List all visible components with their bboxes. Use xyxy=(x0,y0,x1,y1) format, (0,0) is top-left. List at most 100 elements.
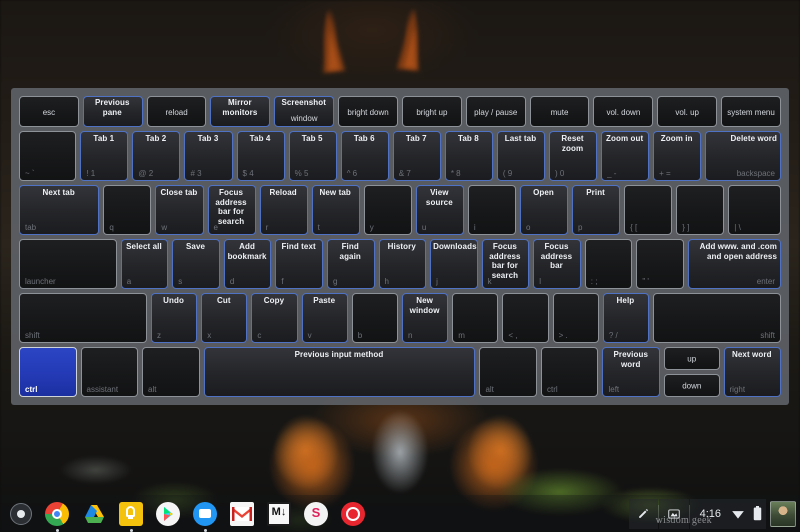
key-previous-input-method[interactable]: Previous input method xyxy=(203,347,476,397)
google-drive-icon[interactable] xyxy=(82,502,106,526)
key-tab-5[interactable]: Tab 5 % 5 xyxy=(288,131,337,181)
key-shift[interactable]: shift xyxy=(19,293,147,343)
key-downloads[interactable]: Downloads j xyxy=(430,239,478,289)
key-find-text[interactable]: Find text f xyxy=(275,239,323,289)
key-m[interactable]: m xyxy=(452,293,499,343)
key-previous-pane[interactable]: Previous pane xyxy=(82,96,143,127)
key-blank[interactable]: > . xyxy=(552,293,599,343)
key-launcher[interactable]: launcher xyxy=(19,239,117,289)
key-reload[interactable]: Reload r xyxy=(259,185,308,235)
key-blank[interactable]: { [ xyxy=(624,185,673,235)
key-tab-3[interactable]: Tab 3 # 3 xyxy=(184,131,233,181)
key-assistant[interactable]: assistant xyxy=(80,347,139,397)
key-alt[interactable]: alt xyxy=(479,347,537,397)
key-tab-1[interactable]: Tab 1 ! 1 xyxy=(80,131,129,181)
key-blank[interactable]: : ; xyxy=(584,239,633,289)
keyboard-row-shift: shift Undo z Cut x Copy c Paste v b New window n m < … xyxy=(19,293,781,343)
key-screenshot[interactable]: Screenshot window xyxy=(274,96,335,127)
key-cut[interactable]: Cut x xyxy=(201,293,248,343)
key-action-label: Delete word xyxy=(730,134,777,143)
key-action-label: Cut xyxy=(216,296,231,305)
key-play-pause[interactable]: play / pause xyxy=(465,96,526,127)
key-next-word[interactable]: Next word right xyxy=(723,347,782,397)
key-close-tab[interactable]: Close tab w xyxy=(155,185,204,235)
key-y[interactable]: y xyxy=(363,185,412,235)
key-tab-4[interactable]: Tab 4 $ 4 xyxy=(236,131,285,181)
play-store-icon[interactable] xyxy=(156,501,180,526)
user-avatar[interactable] xyxy=(770,500,796,527)
key-mute[interactable]: mute xyxy=(529,96,590,127)
key-undo[interactable]: Undo z xyxy=(150,293,198,343)
key-ctrl[interactable]: ctrl xyxy=(19,347,77,397)
key-vol-up[interactable]: vol. up xyxy=(657,96,718,127)
key-legend-label: # 3 xyxy=(190,169,202,178)
key-tab-7[interactable]: Tab 7 & 7 xyxy=(392,131,441,181)
key-paste[interactable]: Paste v xyxy=(301,293,348,343)
launcher-button[interactable] xyxy=(10,502,32,525)
key-previous-word[interactable]: Previous word left xyxy=(602,347,660,397)
key-open[interactable]: Open o xyxy=(519,185,569,235)
chrome-icon[interactable] xyxy=(45,501,69,532)
google-keep-icon[interactable] xyxy=(119,501,143,532)
key-bright-down[interactable]: bright down xyxy=(338,96,398,127)
key-legend-label: y xyxy=(369,223,374,232)
key-view-source[interactable]: View source u xyxy=(415,185,464,235)
key-tab-2[interactable]: Tab 2 @ 2 xyxy=(132,131,181,181)
key-new-tab[interactable]: New tab t xyxy=(311,185,360,235)
key-b[interactable]: b xyxy=(351,293,398,343)
key-copy[interactable]: Copy c xyxy=(251,293,298,343)
key-focus-address-bar-for-search[interactable]: Focus address bar for search k xyxy=(481,239,530,289)
key-find-again[interactable]: Find again g xyxy=(326,239,375,289)
key-help[interactable]: Help ? / xyxy=(602,293,650,343)
key-action-label: Reload xyxy=(269,188,297,197)
key-legend-label: bright down xyxy=(347,108,389,117)
key-reset-zoom[interactable]: Reset zoom) 0 xyxy=(549,131,598,181)
running-indicator xyxy=(129,528,133,532)
key-shift[interactable]: shift xyxy=(653,293,781,343)
key-tab-6[interactable]: Tab 6 ^ 6 xyxy=(340,131,389,181)
pen-icon[interactable] xyxy=(628,498,658,529)
key-history[interactable]: History h xyxy=(378,239,427,289)
wifi-icon[interactable] xyxy=(727,498,749,529)
markdown-icon[interactable]: M↓ xyxy=(267,501,291,526)
opera-icon[interactable] xyxy=(341,501,365,526)
key-blank[interactable]: < , xyxy=(502,293,549,343)
key-save[interactable]: Save s xyxy=(172,239,220,289)
key-q[interactable]: q xyxy=(103,185,152,235)
key-blank[interactable]: ~ ` xyxy=(19,131,77,181)
key-tab-8[interactable]: Tab 8 * 8 xyxy=(444,131,493,181)
key-esc[interactable]: esc xyxy=(19,96,79,127)
key-i[interactable]: i xyxy=(467,185,516,235)
key-reload[interactable]: reload xyxy=(146,96,207,127)
key-blank[interactable]: " ' xyxy=(636,239,684,289)
key-focus-address-bar-for-search[interactable]: Focus address bar for search e xyxy=(207,185,256,235)
shelf-status-area[interactable]: 4:16 xyxy=(628,498,800,529)
key-up[interactable]: up xyxy=(664,347,720,370)
key-add-bookmark[interactable]: Add bookmark d xyxy=(223,239,272,289)
key-select-all[interactable]: Select all a xyxy=(120,239,169,289)
key-blank[interactable]: } ] xyxy=(676,185,725,235)
google-photos-icon[interactable] xyxy=(193,501,217,532)
key-next-tab[interactable]: Next tab tab xyxy=(19,185,100,235)
key-add-www-and-com-and-open-address[interactable]: Add www. and .com and open address enter xyxy=(687,239,781,289)
key-system-menu[interactable]: system menu xyxy=(721,96,781,127)
key-zoom-in[interactable]: Zoom in + = xyxy=(653,131,702,181)
key-bright-up[interactable]: bright up xyxy=(401,96,462,127)
key-last-tab[interactable]: Last tab ( 9 xyxy=(496,131,545,181)
key-vol-down[interactable]: vol. down xyxy=(593,96,654,127)
battery-icon[interactable] xyxy=(749,498,766,529)
key-focus-address-bar[interactable]: Focus address bar l xyxy=(533,239,581,289)
key-zoom-out[interactable]: Zoom out _ - xyxy=(601,131,650,181)
key-ctrl[interactable]: ctrl xyxy=(540,347,599,397)
key-new-window[interactable]: New window n xyxy=(402,293,449,343)
key-delete-word[interactable]: Delete word backspace xyxy=(705,131,781,181)
key-blank[interactable]: | \ xyxy=(728,185,781,235)
slack-icon[interactable]: S xyxy=(304,501,328,526)
key-action-label: View source xyxy=(425,188,453,207)
key-action-label: Focus address bar for search xyxy=(215,188,247,226)
key-mirror-monitors[interactable]: Mirror monitors xyxy=(210,96,271,127)
gmail-icon[interactable] xyxy=(230,501,254,526)
key-alt[interactable]: alt xyxy=(142,347,200,397)
key-print[interactable]: Print p xyxy=(572,185,621,235)
key-down[interactable]: down xyxy=(664,374,720,397)
